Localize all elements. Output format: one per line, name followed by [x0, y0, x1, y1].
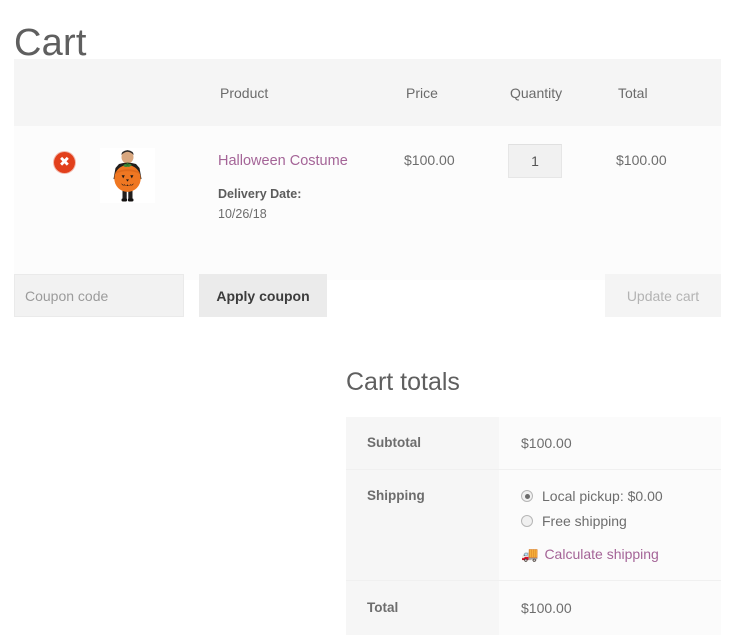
product-name-link[interactable]: Halloween Costume [218, 153, 348, 169]
product-thumbnail-image[interactable] [100, 148, 155, 203]
coupon-code-input[interactable] [14, 274, 184, 317]
cart-table-spacer [14, 224, 721, 280]
cart-table-spacer-row [14, 224, 721, 280]
cart-table: Product Price Quantity Total ✖ [14, 59, 721, 280]
remove-x-icon[interactable]: ✖ [54, 152, 75, 173]
totals-row-subtotal: Subtotal $100.00 [346, 417, 721, 470]
cart-actions-row: Apply coupon Update cart [14, 274, 721, 317]
calculate-shipping-label: Calculate shipping [544, 546, 658, 562]
cart-totals-heading: Cart totals [346, 367, 721, 397]
cart-item-quantity-cell [508, 126, 616, 224]
cart-item-remove-cell: ✖ [14, 126, 100, 224]
cart-item-row: ✖ [14, 126, 721, 224]
delivery-date-value: 10/26/18 [218, 205, 404, 224]
apply-coupon-button[interactable]: Apply coupon [199, 274, 327, 317]
total-label: Total [346, 581, 499, 635]
column-header-price: Price [404, 59, 508, 126]
column-header-remove [14, 59, 100, 126]
cart-totals-table: Subtotal $100.00 Shipping Local pickup: … [346, 417, 721, 635]
cart-item-price: $100.00 [404, 126, 508, 224]
quantity-input[interactable] [508, 144, 562, 178]
cart-table-header-row: Product Price Quantity Total [14, 59, 721, 126]
shipping-method-label[interactable]: Local pickup: $0.00 [542, 488, 663, 504]
shipping-method-local-pickup[interactable]: Local pickup: $0.00 [521, 488, 721, 504]
truck-icon: 🚚 [521, 547, 538, 561]
radio-free-shipping-icon[interactable] [521, 515, 533, 527]
totals-row-total: Total $100.00 [346, 581, 721, 635]
cart-item-thumbnail-cell [100, 126, 218, 224]
cart-totals-section: Cart totals Subtotal $100.00 Shipping Lo… [346, 367, 721, 635]
column-header-product: Product [218, 59, 404, 126]
shipping-label: Shipping [346, 470, 499, 581]
subtotal-value: $100.00 [499, 417, 721, 470]
radio-local-pickup-icon[interactable] [521, 490, 533, 502]
subtotal-label: Subtotal [346, 417, 499, 470]
cart-item-product-cell: Halloween Costume Delivery Date: 10/26/1… [218, 126, 404, 224]
product-meta: Delivery Date: 10/26/18 [218, 185, 404, 224]
cart-item-total: $100.00 [616, 126, 721, 224]
delivery-date-label: Delivery Date: [218, 185, 404, 204]
shipping-method-list: Local pickup: $0.00 Free shipping [521, 488, 721, 529]
shipping-options-cell: Local pickup: $0.00 Free shipping 🚚 Calc… [499, 470, 721, 581]
update-cart-button[interactable]: Update cart [605, 274, 721, 317]
shipping-method-free-shipping[interactable]: Free shipping [521, 513, 721, 529]
shipping-method-label[interactable]: Free shipping [542, 513, 627, 529]
column-header-quantity: Quantity [508, 59, 616, 126]
column-header-thumbnail [100, 59, 218, 126]
column-header-total: Total [616, 59, 721, 126]
total-value: $100.00 [499, 581, 721, 635]
totals-row-shipping: Shipping Local pickup: $0.00 Free shippi… [346, 470, 721, 581]
calculate-shipping-link[interactable]: 🚚 Calculate shipping [521, 546, 721, 562]
